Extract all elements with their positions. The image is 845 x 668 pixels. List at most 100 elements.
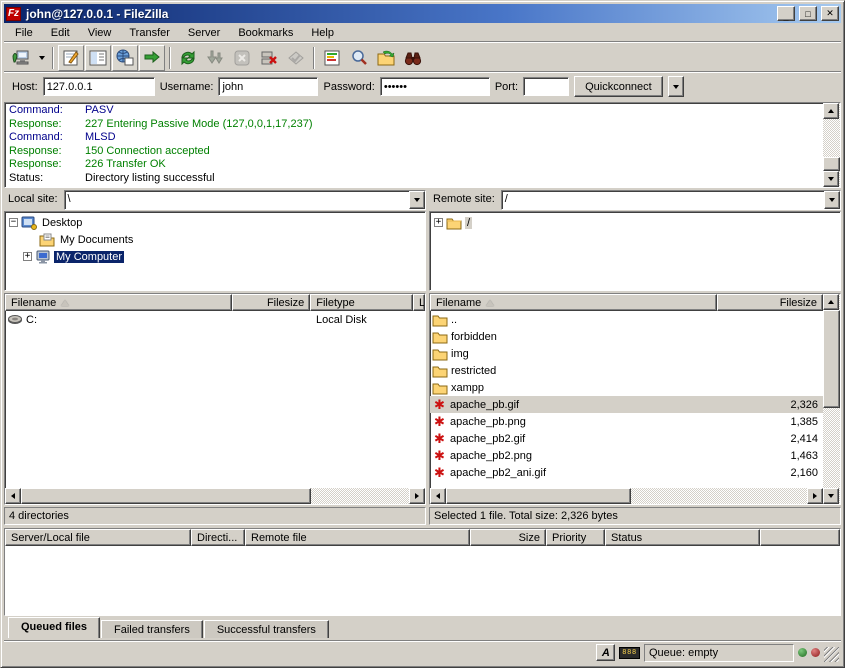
synchronized-browsing-icon[interactable] — [373, 45, 399, 71]
image-file-icon: ✱ — [432, 466, 447, 479]
toggle-message-log-icon[interactable] — [58, 45, 84, 71]
filezilla-app-icon[interactable]: Fz — [6, 7, 21, 21]
tab-successful-transfers[interactable]: Successful transfers — [204, 620, 329, 638]
find-files-icon[interactable] — [346, 45, 372, 71]
remote-vertical-scrollbar[interactable] — [823, 294, 840, 504]
menu-server[interactable]: Server — [179, 25, 229, 41]
remote-site-value[interactable]: / — [502, 191, 824, 209]
column-header-size[interactable]: Size — [470, 529, 546, 546]
local-site-dropdown-icon[interactable] — [409, 191, 425, 209]
column-header-status[interactable]: Status — [605, 529, 760, 546]
column-header-filetype[interactable]: Filetype — [310, 294, 413, 311]
password-input[interactable] — [380, 77, 490, 96]
local-site-value[interactable]: \ — [65, 191, 409, 209]
minimize-button[interactable]: _ — [777, 6, 795, 21]
tree-item-label[interactable]: My Documents — [58, 234, 135, 246]
scroll-up-icon[interactable] — [823, 103, 839, 119]
scroll-down-icon[interactable] — [823, 171, 839, 187]
speed-limits-icon[interactable]: 888 — [619, 647, 640, 659]
scrollbar-thumb[interactable] — [21, 488, 311, 504]
expand-icon[interactable]: + — [434, 218, 443, 227]
datatype-indicator-icon[interactable]: A — [596, 644, 615, 661]
column-header-filename[interactable]: Filename — [5, 294, 232, 311]
scroll-right-icon[interactable] — [409, 488, 425, 504]
title-bar[interactable]: Fz john@127.0.0.1 - FileZilla _ □ ✕ — [4, 4, 841, 23]
tree-item-root[interactable]: + / — [434, 214, 840, 231]
scrollbar-thumb[interactable] — [446, 488, 631, 504]
process-queue-icon[interactable] — [202, 45, 228, 71]
tree-item-label[interactable]: My Computer — [54, 251, 124, 263]
file-row[interactable]: restricted — [430, 362, 823, 379]
port-input[interactable] — [523, 77, 569, 96]
menu-edit[interactable]: Edit — [42, 25, 79, 41]
tree-item-my-documents[interactable]: My Documents — [9, 231, 425, 248]
username-input[interactable] — [218, 77, 318, 96]
file-row-c-drive[interactable]: C: Local Disk — [5, 311, 425, 328]
file-row[interactable]: ✱apache_pb2.gif 2,414 — [430, 430, 823, 447]
transfer-queue: Server/Local file Directi... Remote file… — [4, 528, 841, 616]
directory-comparison-icon[interactable] — [319, 45, 345, 71]
site-manager-dropdown-icon[interactable] — [35, 45, 48, 71]
local-site-label: Local site: — [4, 190, 64, 210]
tab-failed-transfers[interactable]: Failed transfers — [101, 620, 203, 638]
file-row[interactable]: ✱apache_pb2.png 1,463 — [430, 447, 823, 464]
remote-tree: + / — [429, 211, 841, 291]
toggle-transfer-queue-icon[interactable] — [139, 45, 165, 71]
column-header-last-modified[interactable]: L — [413, 294, 425, 311]
host-label: Host: — [12, 81, 38, 93]
column-header-filename[interactable]: Filename — [430, 294, 717, 311]
scroll-up-icon[interactable] — [823, 294, 839, 310]
file-row[interactable]: ✱apache_pb2_ani.gif 2,160 — [430, 464, 823, 481]
quickconnect-button[interactable]: Quickconnect — [574, 76, 663, 97]
expand-icon[interactable]: + — [23, 252, 32, 261]
scroll-right-icon[interactable] — [807, 488, 823, 504]
column-header-filesize[interactable]: Filesize — [717, 294, 823, 311]
file-row[interactable]: ✱apache_pb.png 1,385 — [430, 413, 823, 430]
column-header-filesize[interactable]: Filesize — [232, 294, 310, 311]
file-row-selected[interactable]: ✱apache_pb.gif 2,326 — [430, 396, 823, 413]
close-button[interactable]: ✕ — [821, 6, 839, 21]
tree-item-desktop[interactable]: − Desktop — [9, 214, 425, 231]
maximize-button[interactable]: □ — [799, 6, 817, 21]
reconnect-icon[interactable] — [283, 45, 309, 71]
host-input[interactable] — [43, 77, 155, 96]
tree-item-label[interactable]: / — [465, 217, 472, 229]
column-header-server-local-file[interactable]: Server/Local file — [5, 529, 191, 546]
column-header-remote-file[interactable]: Remote file — [245, 529, 470, 546]
local-site-combo[interactable]: \ — [64, 190, 426, 210]
tree-item-label[interactable]: Desktop — [40, 217, 84, 229]
cancel-operation-icon[interactable] — [229, 45, 255, 71]
disconnect-icon[interactable] — [256, 45, 282, 71]
file-row[interactable]: img — [430, 345, 823, 362]
scroll-left-icon[interactable] — [430, 488, 446, 504]
collapse-icon[interactable]: − — [9, 218, 18, 227]
menu-file[interactable]: File — [6, 25, 42, 41]
menu-bookmarks[interactable]: Bookmarks — [229, 25, 302, 41]
scroll-left-icon[interactable] — [5, 488, 21, 504]
tab-queued-files[interactable]: Queued files — [8, 617, 100, 638]
resize-grip[interactable] — [824, 647, 839, 662]
file-row[interactable]: forbidden — [430, 328, 823, 345]
menu-help[interactable]: Help — [302, 25, 343, 41]
refresh-icon[interactable] — [175, 45, 201, 71]
menu-view[interactable]: View — [79, 25, 121, 41]
scrollbar-thumb[interactable] — [823, 157, 840, 171]
file-row[interactable]: xampp — [430, 379, 823, 396]
filter-icon[interactable] — [400, 45, 426, 71]
scrollbar-thumb[interactable] — [823, 310, 840, 408]
scroll-down-icon[interactable] — [823, 488, 839, 504]
quickconnect-dropdown-icon[interactable] — [668, 76, 684, 97]
remote-site-dropdown-icon[interactable] — [824, 191, 840, 209]
log-vertical-scrollbar[interactable] — [823, 103, 840, 187]
remote-horizontal-scrollbar[interactable] — [430, 488, 823, 504]
remote-site-combo[interactable]: / — [501, 190, 841, 210]
local-horizontal-scrollbar[interactable] — [5, 488, 425, 504]
site-manager-icon[interactable] — [8, 45, 34, 71]
column-header-priority[interactable]: Priority — [546, 529, 605, 546]
toggle-remote-tree-icon[interactable] — [112, 45, 138, 71]
column-header-direction[interactable]: Directi... — [191, 529, 245, 546]
file-row[interactable]: .. — [430, 311, 823, 328]
menu-transfer[interactable]: Transfer — [120, 25, 179, 41]
tree-item-my-computer[interactable]: + My Computer — [9, 248, 425, 265]
toggle-local-tree-icon[interactable] — [85, 45, 111, 71]
